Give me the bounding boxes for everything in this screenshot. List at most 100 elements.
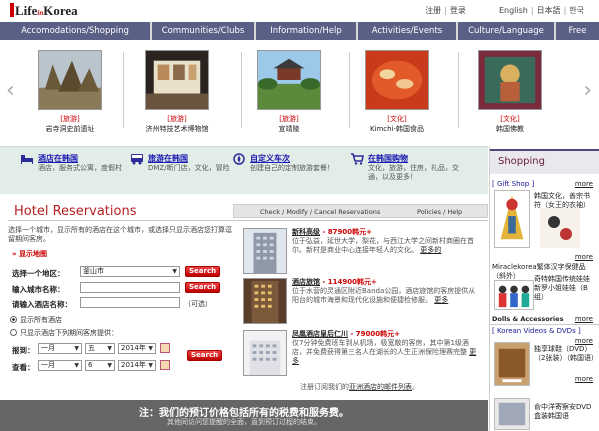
dvd-item-title[interactable]: 独享球鞋（DVD）（2张装）（韩国语）: [534, 345, 598, 363]
slide-caption[interactable]: 宣靖陵: [257, 124, 321, 134]
slide-caption[interactable]: 岩寺洞史前遗址: [38, 124, 102, 134]
nav-information[interactable]: Information/Help: [256, 22, 356, 40]
checkin-label: 报到：: [12, 346, 35, 355]
hotel-name[interactable]: 新科高级: [292, 228, 320, 236]
checkin-day-select[interactable]: 五 ▼: [85, 343, 115, 354]
carousel-slide[interactable]: [文化] Kimchi-韩国食品: [365, 50, 429, 134]
calendar-icon[interactable]: [160, 343, 170, 353]
logo-mark-icon: [10, 3, 14, 17]
feature-desc: 创建自己的定制旅游套餐！: [250, 164, 334, 172]
carousel-slide[interactable]: [文化] 韩国佛教: [478, 50, 542, 134]
nav-culture[interactable]: Culture/Language: [458, 22, 554, 40]
reservation-tabs: Check / Modify / Cancel Reservations Pol…: [233, 204, 488, 218]
feature-title[interactable]: 在韩国购物: [368, 153, 408, 164]
hotel-price: - 87900韩元+: [320, 228, 372, 236]
chevron-down-icon: ▼: [107, 362, 112, 369]
dvd-section-link[interactable]: [ Korean Videos & DVDs ]: [492, 327, 581, 335]
dvd-thumbnail-2: [494, 398, 530, 430]
slide-image: [365, 50, 429, 110]
feature-title[interactable]: 酒店在韩国: [38, 153, 78, 164]
dvd-item-more-link[interactable]: more: [575, 375, 593, 383]
gift-thumbnail-2: [540, 208, 580, 248]
nav-accomodations[interactable]: Accomodations/Shopping: [0, 22, 150, 40]
city-input[interactable]: [80, 282, 180, 293]
carousel-slide[interactable]: [旅游] 宣靖陵: [257, 50, 321, 134]
hotel-name-input[interactable]: [80, 297, 180, 308]
site-logo[interactable]: LifeinKorea: [10, 3, 78, 19]
slide-caption[interactable]: 济州特技艺术博物馆: [145, 124, 209, 134]
hotel-name[interactable]: 酒店旅馆: [292, 278, 320, 286]
carousel-next-icon[interactable]: ›: [583, 78, 592, 103]
dolls-accessories-label[interactable]: Dolls & Accessories: [492, 315, 563, 323]
hotel-photo: [243, 278, 287, 324]
gift-shop-link[interactable]: [ Gift Shop ]: [492, 180, 534, 188]
login-link[interactable]: 登录: [450, 6, 466, 15]
tab-check-modify-cancel[interactable]: Check / Modify / Cancel Reservations: [260, 205, 380, 219]
checkout-day-select[interactable]: 6 ▼: [85, 360, 115, 371]
radio-available-hotels[interactable]: 只显示酒店下列期间客房提供：: [10, 328, 118, 338]
top-links: 注册 | 登录 English | 日本語 | 한국: [425, 6, 584, 15]
dolls-item-title[interactable]: 奇特韩国传统娃娃新罗小姐娃娃（B组）: [534, 275, 596, 302]
cosmetic-more-link[interactable]: more: [575, 253, 593, 261]
chevron-down-icon: ▼: [107, 345, 112, 352]
region-search-button[interactable]: Search: [185, 266, 221, 277]
checkout-year-select[interactable]: 2014年 ▼: [118, 360, 156, 371]
checkin-month-select[interactable]: 一月 ▼: [38, 343, 82, 354]
slide-caption[interactable]: Kimchi-韩国食品: [365, 124, 429, 134]
nav-activities[interactable]: Activities/Events: [358, 22, 456, 40]
dvd-item-title-2[interactable]: 俞中洋寄察安DVD盒装韩国语: [534, 403, 596, 421]
hotel-name-label: 请输入酒店名称：: [12, 300, 72, 309]
page: LifeinKorea 注册 | 登录 English | 日本語 | 한국 Accomod…: [0, 0, 599, 431]
slide-category: [文化]: [387, 115, 407, 123]
carousel-slide[interactable]: [旅游] 济州特技艺术博物馆: [145, 50, 209, 134]
radio-all-hotels[interactable]: 显示所有酒店: [10, 315, 62, 325]
hotel-more-link[interactable]: 更多: [434, 296, 448, 304]
korean-link[interactable]: 한국: [569, 6, 584, 15]
city-search-button[interactable]: Search: [185, 282, 221, 293]
register-link[interactable]: 注册: [425, 6, 441, 15]
carousel-slide[interactable]: [旅游] 岩寺洞史前遗址: [38, 50, 102, 134]
checkout-month-select[interactable]: 一月 ▼: [38, 360, 82, 371]
bus-icon: [131, 154, 143, 165]
radio-selected-icon: [10, 316, 17, 323]
calendar-icon[interactable]: [160, 360, 170, 370]
tab-policies-help[interactable]: Policies / Help: [417, 205, 462, 219]
slide-category: [旅游]: [279, 115, 299, 123]
cart-icon: [351, 153, 364, 165]
dvd-more-link[interactable]: more: [575, 337, 593, 345]
hotel-photo: [243, 228, 287, 274]
main-nav: Accomodations/Shopping Communities/Clubs…: [0, 22, 599, 40]
mailing-list-link[interactable]: 亚洲酒店的邮件列表: [349, 383, 412, 391]
optional-note: （可选）: [184, 300, 212, 308]
chevron-down-icon: ▼: [148, 345, 153, 352]
nav-communities[interactable]: Communities/Clubs: [152, 22, 254, 40]
mailing-list-note: 注册订阅我们的亚洲酒店的邮件列表。: [300, 383, 419, 391]
slide-image: [257, 50, 321, 110]
gift-more-link[interactable]: more: [575, 180, 593, 188]
hotel-text: 酒店旅馆 - 114900韩元+ 位于水营的灵通区附近Banda公园，酒店旅馆的…: [292, 278, 482, 305]
hotel-photo: [243, 330, 287, 376]
checkin-year-select[interactable]: 2014年 ▼: [118, 343, 156, 354]
slide-image: [38, 50, 102, 110]
hotel-name[interactable]: 凤凰酒店皇后仁川: [292, 330, 348, 338]
english-link[interactable]: English: [499, 6, 528, 15]
date-search-button[interactable]: Search: [187, 350, 223, 361]
radio-unselected-icon: [10, 329, 17, 336]
checkout-label: 查看：: [12, 363, 35, 372]
slide-caption[interactable]: 韩国佛教: [478, 124, 542, 134]
banner-sub-text: 其他同访问您提醒的全面，直到预订过程的结束。: [167, 418, 321, 426]
nav-free[interactable]: Free: [556, 22, 599, 40]
chevron-down-icon: ▼: [74, 345, 79, 352]
slide-image: [145, 50, 209, 110]
feature-title[interactable]: 自定义车次: [250, 153, 290, 164]
dolls-more-link[interactable]: more: [575, 315, 593, 323]
region-select[interactable]: 釜山市 ▼: [80, 266, 180, 277]
dolls-thumbnail: [494, 280, 534, 310]
japanese-link[interactable]: 日本語: [537, 6, 561, 15]
hotel-more-link[interactable]: 更多的: [420, 246, 441, 254]
hotel-desc: 仅7分钟免费班车到从机场，极宽敞的客房，其中第1级酒店，并免费获得第三名人在湖长…: [292, 339, 469, 356]
carousel-prev-icon[interactable]: ‹: [6, 78, 15, 103]
show-map-link[interactable]: » 显示地图: [12, 249, 47, 259]
feature-title[interactable]: 旅游在韩国: [148, 153, 188, 164]
chevron-down-icon: ▼: [74, 362, 79, 369]
